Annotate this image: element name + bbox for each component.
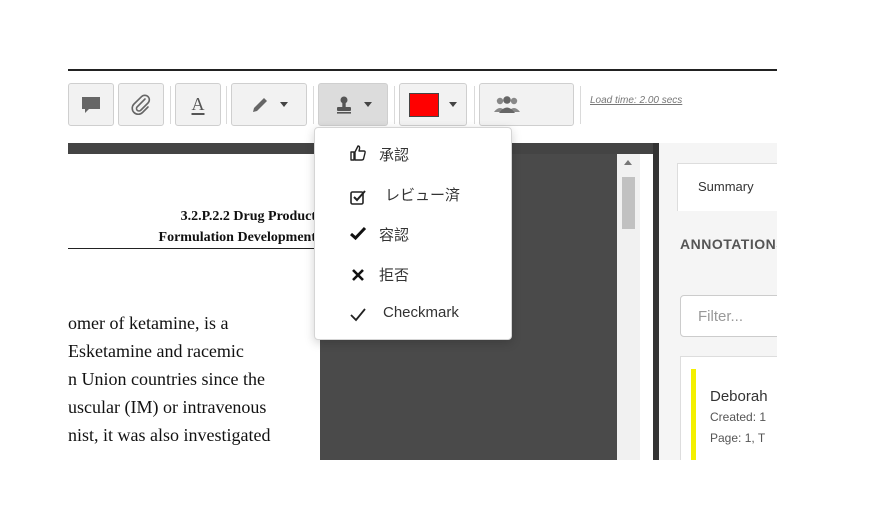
users-icon: [494, 95, 520, 113]
body-text-line: nist, it was also investigated: [68, 425, 271, 445]
stamp-icon: [337, 96, 351, 114]
menu-item-label: 拒否: [379, 267, 410, 284]
users-button[interactable]: [479, 83, 574, 126]
body-text-line: Esketamine and racemic: [68, 341, 244, 361]
toolbar-separator: [580, 86, 581, 124]
tab-summary[interactable]: Summary: [677, 163, 777, 211]
scrollbar-thumb[interactable]: [622, 177, 635, 229]
checkmark-icon: [350, 308, 366, 322]
color-picker-button[interactable]: [399, 83, 467, 126]
menu-item-approved[interactable]: 承認: [315, 136, 511, 172]
paperclip-icon: [131, 93, 151, 115]
pen-icon: [253, 97, 267, 112]
menu-item-label: Checkmark: [383, 304, 459, 321]
stamp-dropdown-menu: 承認 レビュー済 容認 拒否 Checkmark: [314, 127, 512, 340]
section-heading-line2: Formulation Development: [158, 230, 316, 245]
annotation-page: Page: 1, T: [710, 431, 766, 445]
toolbar-separator: [170, 86, 171, 124]
comment-button[interactable]: [68, 83, 114, 126]
text-annotation-button[interactable]: A: [175, 83, 221, 126]
thumbs-up-icon: [350, 145, 366, 161]
annotation-created: Created: 1: [710, 410, 767, 424]
menu-item-reviewed[interactable]: レビュー済: [315, 176, 511, 212]
menu-item-label: 承認: [379, 147, 410, 164]
text-icon: A: [191, 94, 205, 114]
annotation-card[interactable]: Deborah Created: 1 Page: 1, T: [680, 356, 777, 460]
annotations-panel: Summary ANNOTATIONS Filter... Deborah Cr…: [659, 143, 777, 460]
filter-placeholder: Filter...: [698, 308, 744, 325]
body-text-line: omer of ketamine, is a: [68, 313, 229, 333]
toolbar-separator: [474, 86, 475, 124]
chevron-down-icon: [449, 102, 457, 107]
menu-item-label: 容認: [379, 227, 410, 244]
toolbar-separator: [394, 86, 395, 124]
toolbar-top-border: [68, 69, 777, 71]
tab-summary-label: Summary: [698, 179, 754, 194]
menu-item-accepted[interactable]: 容認: [315, 216, 511, 252]
checked-box-icon: [350, 190, 366, 205]
body-text-line: uscular (IM) or intravenous: [68, 397, 267, 417]
stamp-dropdown-button[interactable]: [318, 83, 388, 126]
scroll-up-arrow-icon[interactable]: [624, 160, 632, 165]
heading-underline: [68, 248, 318, 249]
comment-icon: [82, 96, 100, 113]
pen-dropdown-button[interactable]: [231, 83, 307, 126]
annotation-author: Deborah: [710, 388, 768, 405]
toolbar-separator: [313, 86, 314, 124]
menu-item-label: レビュー済: [385, 187, 461, 204]
document-page[interactable]: 3.2.P.2.2 Drug Product Formulation Devel…: [68, 154, 320, 460]
chevron-down-icon: [280, 102, 288, 107]
chevron-down-icon: [364, 102, 372, 107]
menu-item-rejected[interactable]: 拒否: [315, 256, 511, 292]
menu-item-checkmark[interactable]: Checkmark: [315, 296, 511, 332]
annotation-color-bar: [691, 369, 696, 460]
load-time-link[interactable]: Load time: 2.00 secs: [590, 95, 682, 106]
annotations-title: ANNOTATIONS: [680, 236, 777, 252]
body-text-line: n Union countries since the: [68, 369, 265, 389]
section-heading-line1: 3.2.P.2.2 Drug Product: [180, 209, 316, 224]
cross-icon: [352, 269, 364, 281]
toolbar-separator: [226, 86, 227, 124]
bold-check-icon: [350, 226, 367, 241]
color-swatch: [409, 92, 439, 117]
attachment-button[interactable]: [118, 83, 164, 126]
panel-gap: [640, 154, 653, 460]
filter-input[interactable]: Filter...: [680, 295, 777, 337]
